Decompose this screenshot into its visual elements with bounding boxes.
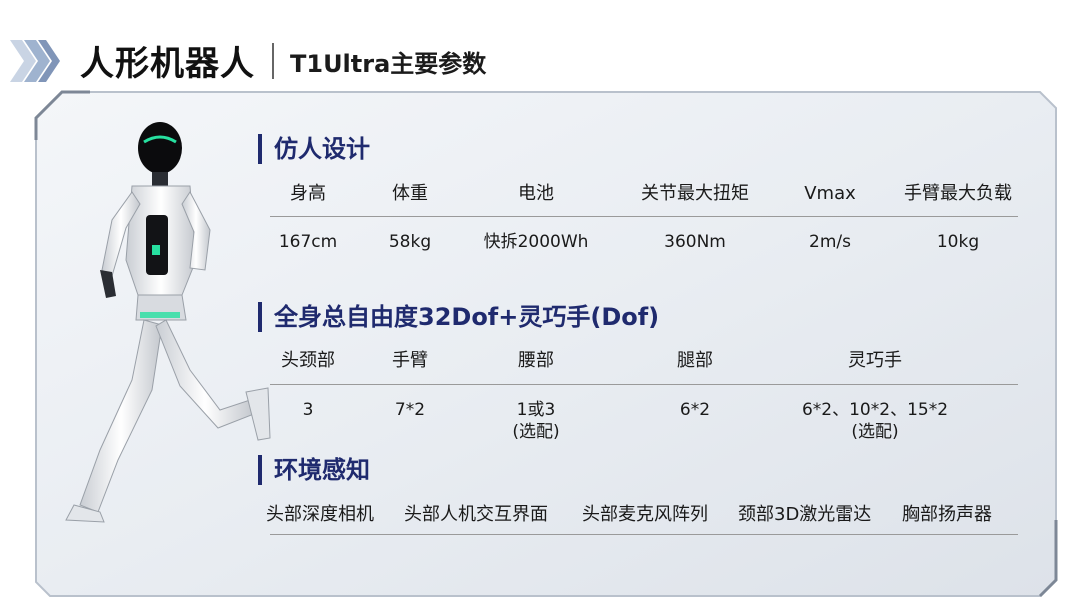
value-note: (选配) xyxy=(851,422,899,442)
header-leg: 腿部 xyxy=(677,350,713,371)
header-vmax: Vmax xyxy=(804,183,856,204)
header-dexterous-hand: 灵巧手 xyxy=(848,350,902,371)
value-line: 7*2 xyxy=(394,400,426,420)
header-arm-payload: 手臂最大负载 xyxy=(904,183,1012,204)
header-arm: 手臂 xyxy=(392,350,428,371)
value-leg: 6*2 xyxy=(680,399,710,421)
design-header-row: 身高 体重 电池 关节最大扭矩 Vmax 手臂最大负载 xyxy=(270,183,1018,223)
dof-divider xyxy=(270,384,1018,385)
value-line: 3 xyxy=(302,400,314,420)
page-subtitle: T1Ultra主要参数 xyxy=(290,50,487,78)
section-heading-perception: 环境感知 xyxy=(258,455,370,485)
header-head-neck: 头颈部 xyxy=(281,350,335,371)
chevron-logo-icon xyxy=(10,40,60,82)
humanoid-robot-image xyxy=(65,122,271,523)
value-weight: 58kg xyxy=(388,232,432,252)
section-heading-design: 仿人设计 xyxy=(258,134,370,164)
design-divider xyxy=(270,216,1018,217)
value-line: 6*2 xyxy=(679,400,711,420)
value-joint-torque: 360Nm xyxy=(664,232,726,252)
header-height: 身高 xyxy=(290,183,326,204)
list-item: 胸部扬声器 xyxy=(902,504,992,525)
section-heading-dof: 全身总自由度32Dof+灵巧手(Dof) xyxy=(258,302,659,332)
value-height: 167cm xyxy=(278,232,338,252)
perception-divider xyxy=(270,534,1018,535)
list-item: 颈部3D激光雷达 xyxy=(738,504,872,525)
list-item: 头部人机交互界面 xyxy=(404,504,548,525)
header-weight: 体重 xyxy=(392,183,428,204)
header-waist: 腰部 xyxy=(518,350,554,371)
value-arm-payload: 10kg xyxy=(936,232,980,252)
value-battery: 快拆2000Wh xyxy=(483,232,589,252)
value-dexterous-hand: 6*2、10*2、15*2 (选配) xyxy=(802,399,948,443)
dof-value-row: 3 7*2 1或3 (选配) 6*2 6*2、10*2、15*2 (选配) xyxy=(270,399,1018,449)
perception-list: 头部深度相机 头部人机交互界面 头部麦克风阵列 颈部3D激光雷达 胸部扬声器 xyxy=(266,500,1026,530)
page-title: 人形机器人 xyxy=(80,44,255,84)
header-joint-torque: 关节最大扭矩 xyxy=(641,183,749,204)
title-divider xyxy=(272,43,274,79)
value-line: 6*2、10*2、15*2 xyxy=(801,400,949,420)
value-arm: 7*2 xyxy=(395,399,425,421)
value-waist: 1或3 (选配) xyxy=(512,399,559,443)
value-vmax: 2m/s xyxy=(809,232,851,252)
design-value-row: 167cm 58kg 快拆2000Wh 360Nm 2m/s 10kg xyxy=(270,231,1018,271)
header-battery: 电池 xyxy=(518,183,554,204)
list-item: 头部深度相机 xyxy=(266,504,374,525)
list-item: 头部麦克风阵列 xyxy=(582,504,708,525)
value-note: (选配) xyxy=(512,422,560,442)
value-head-neck: 3 xyxy=(303,399,314,421)
value-line: 1或3 xyxy=(516,400,556,420)
